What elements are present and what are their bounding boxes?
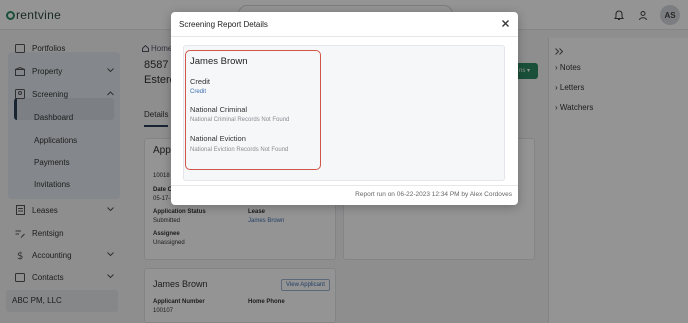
credit-report-link[interactable]: Credit <box>190 89 206 95</box>
modal-header: Screening Report Details <box>171 12 518 37</box>
close-icon[interactable] <box>498 16 512 30</box>
national-eviction-value: National Eviction Records Not Found <box>190 147 289 153</box>
report-applicant-name: James Brown <box>190 56 248 67</box>
national-criminal-label: National Criminal <box>190 105 248 114</box>
national-eviction-label: National Eviction <box>190 134 246 143</box>
screening-report-modal: Screening Report Details James Brown Cre… <box>171 12 518 205</box>
modal-title: Screening Report Details <box>179 20 268 29</box>
modal-footer: Report run on 06-22-2023 12:34 PM by Ale… <box>171 185 518 205</box>
credit-label: Credit <box>190 77 211 86</box>
national-criminal-value: National Criminal Records Not Found <box>190 117 290 123</box>
report-run-info: Report run on 06-22-2023 12:34 PM by Ale… <box>355 191 512 198</box>
